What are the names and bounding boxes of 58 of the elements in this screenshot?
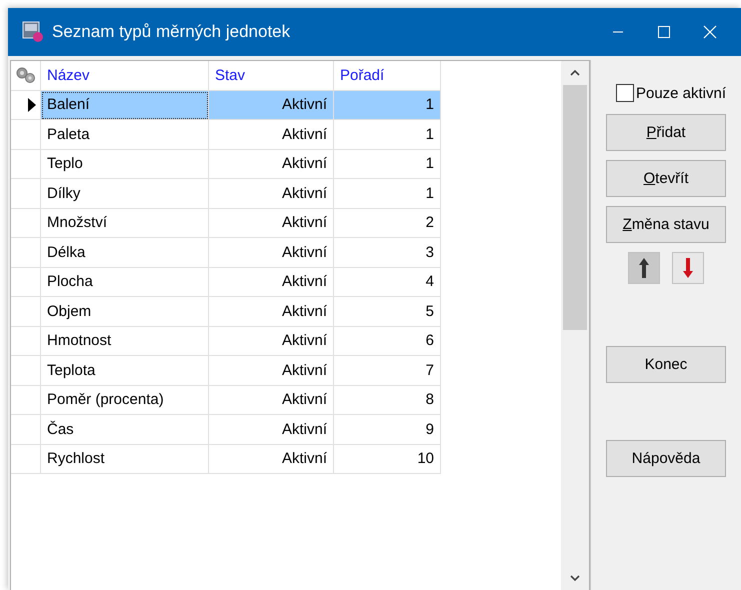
action-button[interactable]: Změna stavu bbox=[606, 206, 726, 243]
table-cell: 8 bbox=[334, 386, 441, 415]
table-cell: Aktivní bbox=[209, 150, 334, 179]
table-cell: 4 bbox=[334, 268, 441, 297]
table-cell: Aktivní bbox=[209, 208, 334, 238]
current-row-icon bbox=[28, 98, 36, 112]
vertical-scrollbar[interactable] bbox=[561, 61, 589, 590]
move-up-button[interactable] bbox=[628, 252, 660, 284]
table-cell: Aktivní bbox=[209, 90, 334, 120]
move-down-button[interactable] bbox=[672, 252, 704, 284]
app-icon bbox=[22, 21, 44, 43]
table-cell: 10 bbox=[334, 444, 441, 474]
window-title: Seznam typů měrných jednotek bbox=[52, 22, 292, 42]
table-cell: Teplo bbox=[41, 150, 209, 179]
table-cell: Objem bbox=[41, 297, 209, 326]
table-cell: 6 bbox=[334, 326, 441, 356]
table-cell: Hmotnost bbox=[41, 326, 209, 356]
table-cell: 9 bbox=[334, 415, 441, 444]
checkbox-label[interactable]: Pouze aktivní bbox=[636, 84, 726, 102]
up-arrow-icon bbox=[638, 257, 650, 279]
table-cell: Aktivní bbox=[209, 356, 334, 386]
table-cell: 1 bbox=[334, 120, 441, 150]
table-cell: Čas bbox=[41, 415, 209, 444]
scrollbar-thumb[interactable] bbox=[563, 85, 587, 330]
down-arrow-icon bbox=[682, 257, 694, 279]
table-cell: Aktivní bbox=[209, 386, 334, 415]
action-button[interactable]: Přidat bbox=[606, 114, 726, 151]
gears-icon[interactable] bbox=[14, 66, 36, 84]
scroll-up-icon[interactable] bbox=[569, 69, 581, 77]
table-cell: 2 bbox=[334, 208, 441, 238]
table-cell: Aktivní bbox=[209, 179, 334, 208]
action-button[interactable]: Nápověda bbox=[606, 440, 726, 477]
table-cell: Aktivní bbox=[209, 238, 334, 268]
table-cell: Paleta bbox=[41, 120, 209, 150]
table-cell: Aktivní bbox=[209, 120, 334, 150]
table-cell: Dílky bbox=[41, 179, 209, 208]
table-cell: 1 bbox=[334, 179, 441, 208]
table-cell: Aktivní bbox=[209, 415, 334, 444]
action-button[interactable]: Konec bbox=[606, 346, 726, 383]
table-cell: Rychlost bbox=[41, 444, 209, 474]
table-cell: 3 bbox=[334, 238, 441, 268]
table-cell: Aktivní bbox=[209, 297, 334, 326]
table-cell: Plocha bbox=[41, 268, 209, 297]
table-cell: Aktivní bbox=[209, 326, 334, 356]
action-button[interactable]: Otevřít bbox=[606, 160, 726, 197]
table-cell: 5 bbox=[334, 297, 441, 326]
table-cell: Poměr (procenta) bbox=[41, 386, 209, 415]
checkbox[interactable] bbox=[616, 84, 634, 102]
table-cell: Teplota bbox=[41, 356, 209, 386]
table-cell: Množství bbox=[41, 208, 209, 238]
table-cell: Balení bbox=[41, 90, 209, 120]
table-cell: 7 bbox=[334, 356, 441, 386]
table-cell: 1 bbox=[334, 90, 441, 120]
scroll-down-icon[interactable] bbox=[569, 574, 581, 582]
table-cell: Délka bbox=[41, 238, 209, 268]
table-cell: Aktivní bbox=[209, 444, 334, 474]
table-cell: 1 bbox=[334, 150, 441, 179]
table-cell: Aktivní bbox=[209, 268, 334, 297]
